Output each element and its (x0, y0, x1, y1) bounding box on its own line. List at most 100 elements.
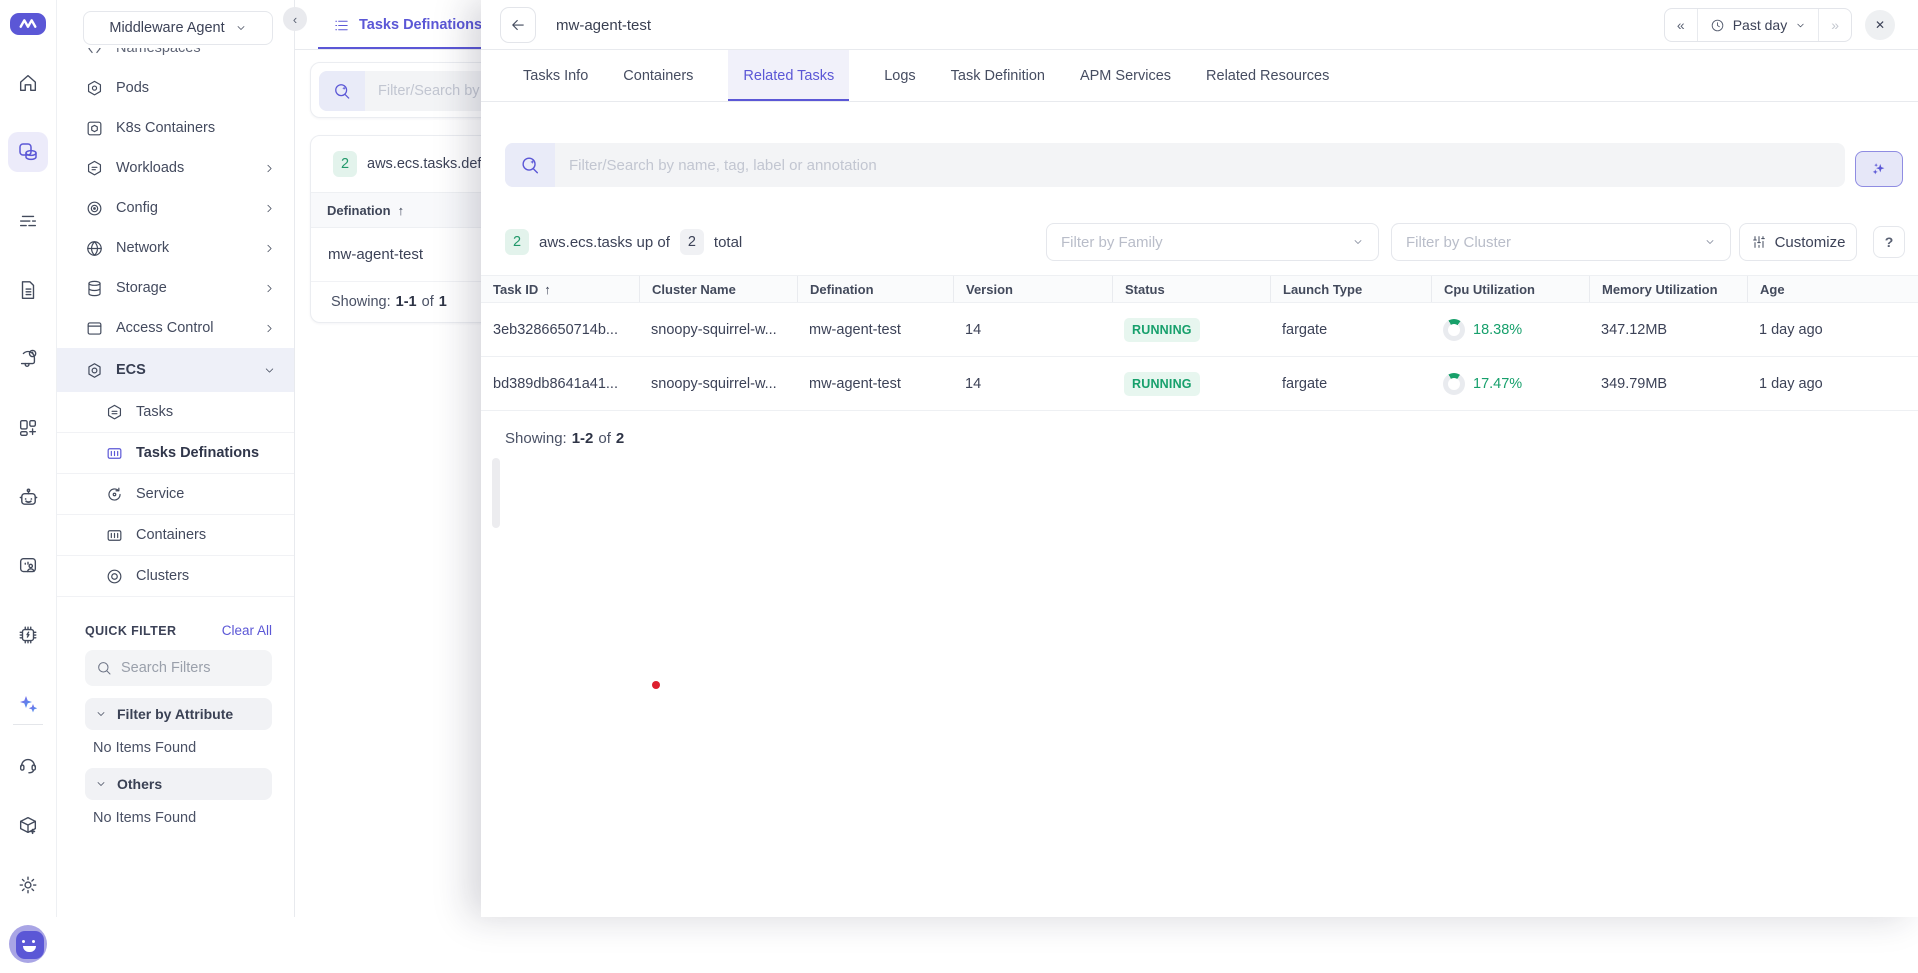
collapse-sidebar-button[interactable]: ‹ (283, 7, 307, 31)
customize-label: Customize (1775, 234, 1846, 251)
filter-by-cluster-dropdown[interactable]: Filter by Cluster (1391, 223, 1731, 261)
column-header-task-id[interactable]: Task ID↑ (481, 276, 639, 302)
help-icon: ? (1885, 234, 1894, 250)
nav-subitem-tasks[interactable]: Tasks (57, 392, 294, 433)
filter-group-label: Others (117, 776, 162, 792)
customize-button[interactable]: Customize (1739, 223, 1857, 261)
filter-search-input[interactable] (121, 660, 251, 676)
agent-selector-dropdown[interactable]: Middleware Agent (83, 11, 273, 45)
table-row[interactable]: mw-agent-test (311, 228, 481, 282)
column-header-launch-type[interactable]: Launch Type (1270, 276, 1431, 302)
ai-search-icon (505, 143, 555, 187)
column-header-age[interactable]: Age (1747, 276, 1918, 302)
ai-assist-button[interactable] (1855, 151, 1903, 187)
double-chevron-right-icon: » (1831, 17, 1839, 33)
panel-search-input[interactable] (365, 83, 481, 99)
headset-icon[interactable] (8, 745, 48, 785)
column-header-status[interactable]: Status (1112, 276, 1270, 302)
filter-by-family-dropdown[interactable]: Filter by Family (1046, 223, 1379, 261)
filter-search-box[interactable] (85, 650, 272, 686)
nav-item-namespaces[interactable]: Namespaces (57, 48, 294, 68)
tab-task-definition[interactable]: Task Definition (951, 50, 1045, 101)
home-icon[interactable] (8, 63, 48, 103)
status-cell: RUNNING (1112, 303, 1270, 356)
nav-item-k8s-containers[interactable]: K8s Containers (57, 108, 294, 148)
logs-icon[interactable] (8, 201, 48, 241)
document-icon[interactable] (8, 270, 48, 310)
tab-containers[interactable]: Containers (623, 50, 693, 101)
tab-logs[interactable]: Logs (884, 50, 915, 101)
nav-item-workloads[interactable]: Workloads (57, 148, 294, 188)
status-badge: RUNNING (1124, 318, 1200, 342)
column-header-cpu-utilization[interactable]: Cpu Utilization (1431, 276, 1589, 302)
tab-related-tasks[interactable]: Related Tasks (728, 50, 849, 101)
column-header-defination[interactable]: Defination ↑ (311, 192, 481, 228)
nav-subitem-containers[interactable]: Containers (57, 515, 294, 556)
tab-tasks-definations[interactable]: Tasks Definations (333, 0, 481, 50)
tab-tasks-info[interactable]: Tasks Info (523, 50, 588, 101)
nav-subitem-tasks-definations[interactable]: Tasks Definations (57, 433, 294, 474)
task-id-cell: 3eb3286650714b... (481, 303, 639, 356)
nav-item-network[interactable]: Network (57, 228, 294, 268)
back-button[interactable] (500, 7, 536, 43)
age-cell: 1 day ago (1747, 303, 1918, 356)
middleware-logo[interactable] (10, 13, 46, 35)
column-header-cluster-name[interactable]: Cluster Name (639, 276, 797, 302)
memory-cell: 347.12MB (1589, 303, 1747, 356)
config-icon (85, 199, 104, 218)
nav-item-access-control[interactable]: Access Control (57, 308, 294, 348)
side-nav: Middleware Agent Namespaces Pods K8s Con… (57, 0, 295, 917)
nav-item-pods[interactable]: Pods (57, 68, 294, 108)
column-header-version[interactable]: Version (953, 276, 1112, 302)
collapse-icon: ‹ (293, 12, 297, 27)
drawer-search-input[interactable] (555, 157, 1155, 174)
drawer-title: mw-agent-test (556, 0, 651, 50)
dashboard-add-icon[interactable] (8, 408, 48, 448)
dropdown-placeholder: Filter by Cluster (1406, 234, 1511, 251)
panel-tabbar: Tasks Definations (295, 0, 481, 50)
sliders-icon (1751, 234, 1767, 250)
scrollbar-thumb[interactable] (492, 458, 500, 528)
alerts-bell-icon[interactable] (8, 339, 48, 379)
close-drawer-button[interactable]: ✕ (1865, 10, 1895, 40)
infrastructure-icon[interactable] (8, 132, 48, 172)
help-button[interactable]: ? (1873, 226, 1905, 258)
chevron-down-icon (235, 22, 247, 34)
filter-group-attribute[interactable]: Filter by Attribute (85, 698, 272, 730)
bot-icon[interactable] (8, 477, 48, 517)
drawer-header: mw-agent-test « Past day » ✕ (481, 0, 1918, 50)
tab-related-resources[interactable]: Related Resources (1206, 50, 1329, 101)
chevron-down-icon (263, 364, 276, 377)
column-header-memory-utilization[interactable]: Memory Utilization (1589, 276, 1747, 302)
time-forward-button[interactable]: » (1818, 9, 1851, 41)
close-icon: ✕ (1875, 18, 1885, 32)
panel-search-box[interactable] (319, 71, 481, 111)
nav-subitem-label: Tasks Definations (136, 445, 259, 461)
nav-item-config[interactable]: Config (57, 188, 294, 228)
chip-icon[interactable] (8, 615, 48, 655)
nav-item-ecs[interactable]: ECS (57, 348, 294, 392)
drawer-search-box[interactable] (505, 143, 1845, 187)
nav-subitem-service[interactable]: Service (57, 474, 294, 515)
user-session-icon[interactable] (8, 546, 48, 586)
package-icon[interactable] (8, 805, 48, 845)
filter-group-others[interactable]: Others (85, 768, 272, 800)
time-range-dropdown[interactable]: Past day (1697, 9, 1818, 41)
table-row[interactable]: 3eb3286650714b... snoopy-squirrel-w... m… (481, 303, 1918, 357)
defination-cell: mw-agent-test (797, 357, 953, 410)
nav-subitem-label: Tasks (136, 404, 173, 420)
ai-sparkle-icon[interactable] (8, 684, 48, 724)
icon-rail (0, 0, 57, 917)
column-header-defination[interactable]: Defination (797, 276, 953, 302)
nav-item-label: K8s Containers (116, 120, 215, 136)
nav-subitem-clusters[interactable]: Clusters (57, 556, 294, 597)
sort-asc-icon: ↑ (398, 203, 405, 218)
nav-item-storage[interactable]: Storage (57, 268, 294, 308)
gear-icon[interactable] (8, 865, 48, 905)
tab-apm-services[interactable]: APM Services (1080, 50, 1171, 101)
clear-all-link[interactable]: Clear All (222, 623, 272, 638)
table-row[interactable]: bd389db8641a41... snoopy-squirrel-w... m… (481, 357, 1918, 411)
user-avatar[interactable] (9, 925, 47, 963)
time-back-button[interactable]: « (1665, 9, 1697, 41)
summary-total-label: total (714, 234, 742, 251)
